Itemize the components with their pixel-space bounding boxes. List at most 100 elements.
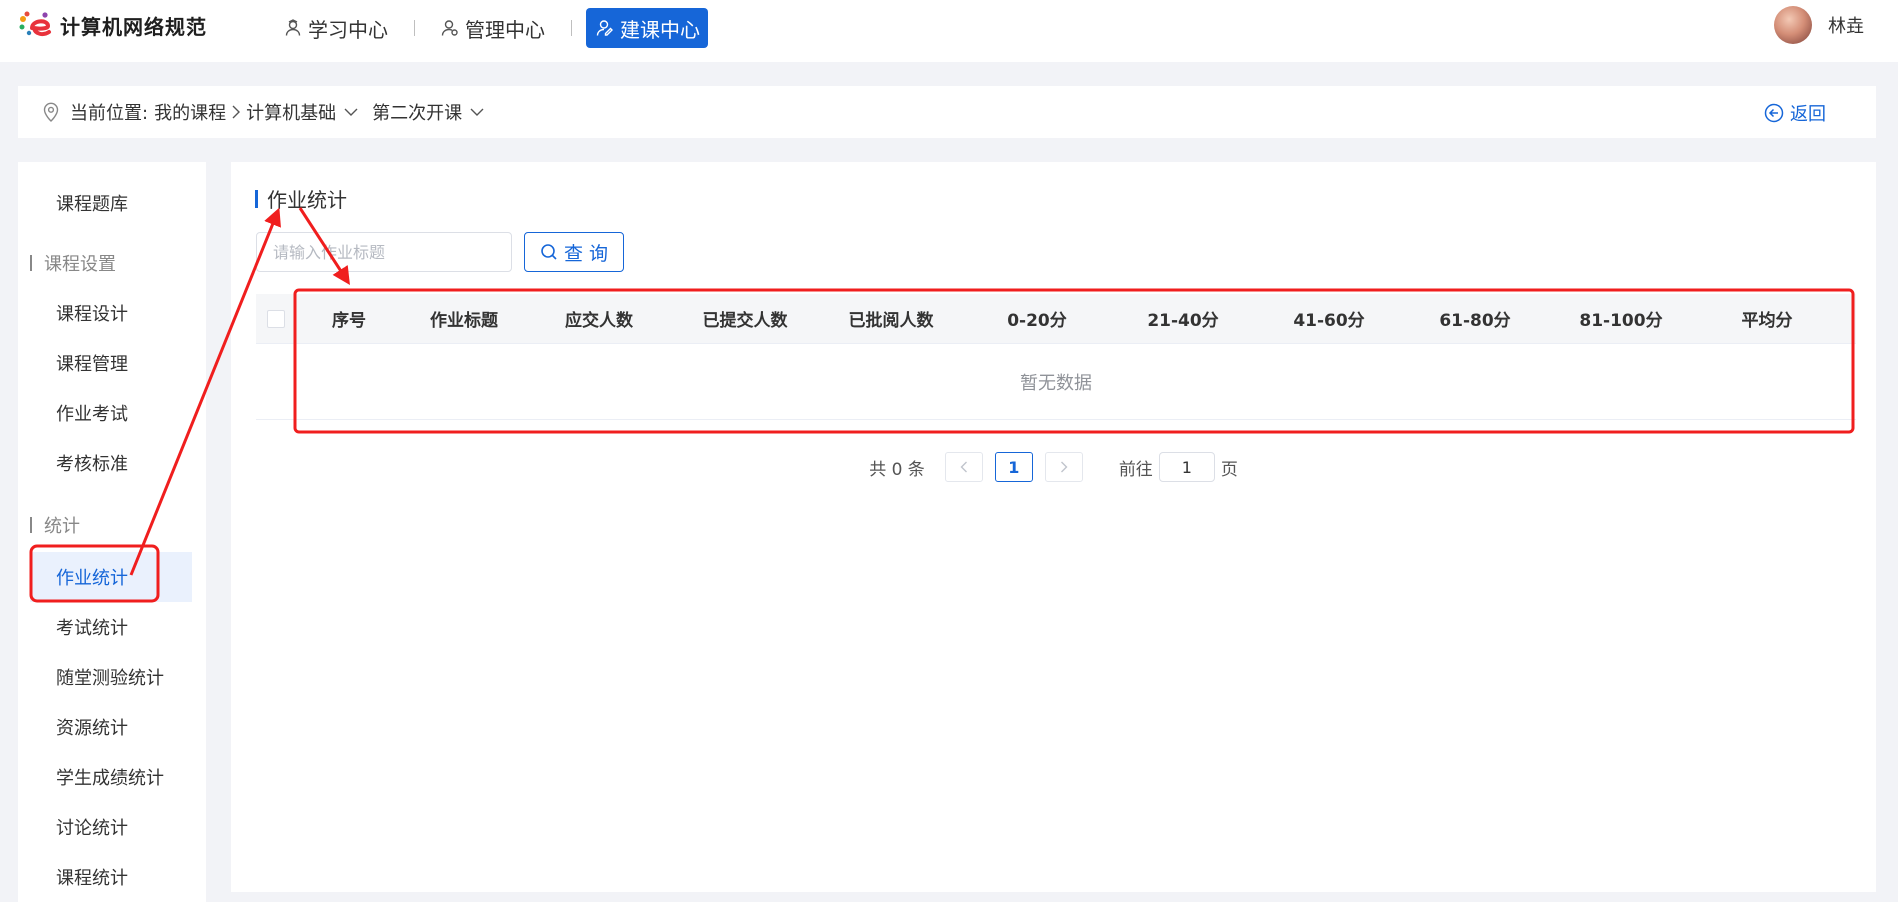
sidebar-group-label: 统计 [44, 516, 80, 537]
col-index: 序号 [332, 311, 366, 331]
sidebar-item-label: 考试统计 [56, 618, 128, 639]
goto-prefix: 前往 [1118, 459, 1153, 480]
breadcrumb: 当前位置: 我的课程 计算机基础 第二次开课 [70, 99, 498, 125]
col-submitted: 已提交人数 [702, 311, 788, 331]
builder-icon [596, 20, 613, 36]
pagination: 共 0 条 1 前往 页 [231, 452, 1876, 482]
pagination-total: 共 0 条 [869, 459, 925, 480]
search-icon [541, 244, 557, 260]
sidebar-item-assignment-stats[interactable]: 作业统计 [30, 552, 192, 602]
course-dropdown[interactable]: 计算机基础 [246, 99, 372, 125]
sidebar-item-discussion-stats[interactable]: 讨论统计 [30, 802, 192, 852]
sidebar-item-assessment-criteria[interactable]: 考核标准 [30, 438, 192, 488]
sidebar-item-label: 资源统计 [56, 718, 128, 739]
group-marker [30, 255, 32, 271]
location-icon [43, 102, 59, 122]
avatar[interactable] [1774, 6, 1812, 44]
sidebar-item-label: 课程题库 [56, 194, 128, 215]
app-title: 计算机网络规范 [60, 14, 207, 39]
sidebar-group-label: 课程设置 [44, 254, 116, 275]
sidebar-group-course-settings: 课程设置 [30, 250, 116, 276]
col-expected: 应交人数 [565, 311, 633, 331]
table-header: 序号 作业标题 应交人数 已提交人数 已批阅人数 0-20分 21-40分 41… [256, 294, 1856, 344]
nav-divider [571, 20, 572, 36]
sidebar-item-course-design[interactable]: 课程设计 [30, 288, 192, 338]
select-all-cell [256, 309, 296, 328]
student-icon [285, 19, 301, 36]
sidebar-item-label: 课程统计 [56, 868, 128, 889]
query-button[interactable]: 查 询 [524, 232, 624, 272]
nav-course-building-center-label: 建课中心 [620, 17, 700, 42]
col-reviewed: 已批阅人数 [848, 311, 934, 331]
sidebar-item-label: 学生成绩统计 [56, 768, 164, 789]
next-page-button[interactable] [1044, 452, 1083, 482]
chevron-right-icon [232, 105, 241, 119]
query-button-label: 查 询 [563, 242, 609, 265]
col-average: 平均分 [1741, 311, 1793, 331]
sidebar-item-label: 作业考试 [56, 404, 128, 425]
goto-suffix: 页 [1220, 459, 1238, 480]
nav-learning-center[interactable]: 学习中心 [272, 8, 400, 48]
user-name: 林垚 [1828, 16, 1864, 37]
sidebar-item-question-bank[interactable]: 课程题库 [30, 178, 192, 228]
empty-text: 暂无数据 [1020, 372, 1092, 394]
page-title: 作业统计 [255, 184, 347, 213]
col-range-21-40: 21-40分 [1147, 311, 1219, 331]
chevron-left-icon [960, 461, 967, 473]
sidebar-item-label: 课程设计 [56, 304, 128, 325]
breadcrumb-my-courses[interactable]: 我的课程 [154, 99, 226, 125]
main-panel: 作业统计 查 询 序号 作业标题 应交人数 已提交人数 已批阅人数 0-20分 … [231, 162, 1876, 892]
back-arrow-icon [1764, 103, 1784, 123]
page-title-text: 作业统计 [267, 188, 347, 212]
term-dropdown[interactable]: 第二次开课 [372, 99, 498, 125]
sidebar: 课程题库 课程设置 课程设计 课程管理 作业考试 考核标准 统计 作业统计 考试… [18, 162, 206, 902]
sidebar-item-course-stats[interactable]: 课程统计 [30, 852, 192, 902]
sidebar-item-label: 考核标准 [56, 454, 128, 475]
main-nav: 学习中心 管理中心 建课中心 [272, 6, 708, 50]
chevron-right-icon [1060, 461, 1068, 473]
goto-page-input[interactable] [1158, 452, 1215, 482]
nav-learning-center-label: 学习中心 [308, 17, 388, 42]
sidebar-item-exam-stats[interactable]: 考试统计 [30, 602, 192, 652]
sidebar-item-label: 作业统计 [56, 568, 128, 589]
breadcrumb-prefix: 当前位置: [70, 103, 149, 124]
page-number[interactable]: 1 [994, 452, 1033, 482]
app-logo[interactable]: 计算机网络规范 [18, 10, 207, 40]
logo-icon [18, 10, 56, 40]
user-menu[interactable]: 林垚 [1774, 6, 1864, 44]
breadcrumb-bar: 当前位置: 我的课程 计算机基础 第二次开课 返回 [18, 86, 1876, 138]
nav-management-center[interactable]: 管理中心 [429, 8, 557, 48]
course-dropdown-label: 计算机基础 [246, 103, 337, 124]
top-navbar: 计算机网络规范 学习中心 管理中心 建课中心 林垚 [0, 0, 1898, 62]
sidebar-item-label: 课程管理 [56, 354, 128, 375]
sidebar-item-quiz-stats[interactable]: 随堂测验统计 [30, 652, 192, 702]
term-dropdown-label: 第二次开课 [372, 103, 463, 124]
nav-management-center-label: 管理中心 [465, 17, 545, 42]
prev-page-button[interactable] [944, 452, 983, 482]
manager-icon [441, 20, 458, 36]
nav-divider [414, 20, 415, 36]
select-all-checkbox[interactable] [267, 309, 285, 328]
chevron-down-icon [470, 108, 484, 116]
sidebar-item-course-management[interactable]: 课程管理 [30, 338, 192, 388]
assignment-stats-table: 序号 作业标题 应交人数 已提交人数 已批阅人数 0-20分 21-40分 41… [256, 294, 1856, 420]
back-button[interactable]: 返回 [1764, 100, 1826, 126]
search-input[interactable] [256, 232, 512, 272]
title-marker [255, 189, 258, 208]
group-marker [30, 517, 32, 533]
sidebar-item-assignment-exam[interactable]: 作业考试 [30, 388, 192, 438]
col-range-61-80: 61-80分 [1439, 311, 1511, 331]
goto-page: 前往 页 [1119, 452, 1238, 482]
sidebar-item-resource-stats[interactable]: 资源统计 [30, 702, 192, 752]
nav-course-building-center[interactable]: 建课中心 [586, 8, 708, 48]
table-empty-state: 暂无数据 [256, 344, 1856, 420]
sidebar-item-grade-stats[interactable]: 学生成绩统计 [30, 752, 192, 802]
sidebar-group-statistics: 统计 [30, 512, 80, 538]
col-range-0-20: 0-20分 [1007, 311, 1067, 331]
chevron-down-icon [344, 108, 358, 116]
back-button-label: 返回 [1790, 104, 1826, 125]
col-title: 作业标题 [430, 311, 498, 331]
sidebar-item-label: 随堂测验统计 [56, 668, 164, 689]
sidebar-item-label: 讨论统计 [56, 818, 128, 839]
col-range-41-60: 41-60分 [1293, 311, 1365, 331]
